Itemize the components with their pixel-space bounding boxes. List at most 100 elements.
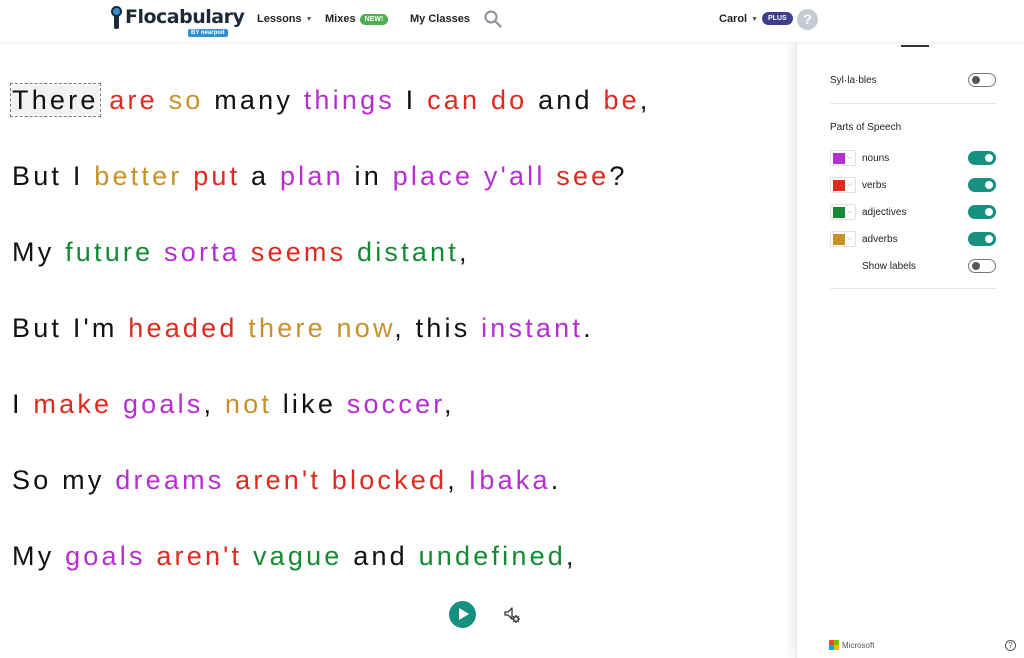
lyric-word[interactable]: goals xyxy=(65,541,146,571)
adjectives-toggle[interactable] xyxy=(968,205,996,219)
chevron-down-icon: ⌵ xyxy=(847,181,853,188)
lyric-text: , xyxy=(639,85,651,115)
lyric-word[interactable]: dreams xyxy=(115,465,224,495)
microsoft-brand: Microsoft xyxy=(829,640,874,650)
lyric-word[interactable]: do xyxy=(491,85,527,115)
syllables-toggle[interactable] xyxy=(968,73,996,87)
nav-my-classes-label: My Classes xyxy=(410,13,470,25)
lyric-text: . xyxy=(583,313,594,343)
syllables-row: Syl·la·bles xyxy=(830,70,996,90)
lyric-text xyxy=(346,237,357,267)
lyric-word[interactable]: can xyxy=(427,85,480,115)
lyric-word[interactable]: are xyxy=(109,85,158,115)
lyric-line: My goals aren't vague and undefined, xyxy=(12,541,577,572)
adverbs-label: adverbs xyxy=(862,233,898,245)
divider xyxy=(830,103,996,104)
verbs-color-picker[interactable]: ⌵ xyxy=(830,177,856,193)
chevron-down-icon: ⌵ xyxy=(847,208,853,215)
panel-tab-indicator xyxy=(901,45,929,47)
lyric-word[interactable]: vague xyxy=(253,541,343,571)
lyric-text xyxy=(546,161,557,191)
lyric-word[interactable]: place xyxy=(393,161,474,191)
lyric-word[interactable]: be xyxy=(603,85,639,115)
divider xyxy=(830,288,996,289)
audio-settings-icon[interactable] xyxy=(502,605,522,625)
logo-text: Flocabulary xyxy=(125,6,245,28)
logo-subtitle: BY nearpod xyxy=(188,29,228,37)
nav-lessons[interactable]: Lessons ▼ xyxy=(257,13,313,25)
lyric-word[interactable]: sorta xyxy=(164,237,240,267)
lyric-word[interactable]: Ibaka xyxy=(469,465,551,495)
lyric-text xyxy=(99,85,110,115)
lyric-word[interactable]: future xyxy=(65,237,153,267)
chevron-down-icon: ▼ xyxy=(751,15,759,23)
help-icon[interactable]: ? xyxy=(797,9,818,30)
lyric-text: , xyxy=(458,237,470,267)
play-icon[interactable] xyxy=(449,601,476,628)
pos-row-adverbs: ⌵ adverbs xyxy=(830,229,996,249)
lyric-word[interactable]: not xyxy=(225,389,272,419)
logo-microphone-icon xyxy=(110,4,124,30)
flocabulary-logo[interactable]: Flocabulary BY nearpod xyxy=(110,4,245,37)
lyric-word[interactable]: aren't xyxy=(235,465,321,495)
lyric-word[interactable]: y'all xyxy=(484,161,546,191)
nav-my-classes[interactable]: My Classes xyxy=(410,13,470,25)
user-menu[interactable]: Carol ▼ xyxy=(719,13,758,25)
lyric-word[interactable]: things xyxy=(304,85,395,115)
adverbs-color-picker[interactable]: ⌵ xyxy=(830,231,856,247)
lyric-text xyxy=(224,465,235,495)
lyric-word[interactable]: aren't xyxy=(156,541,242,571)
lyric-word[interactable]: goals xyxy=(123,389,204,419)
nav-lessons-label: Lessons xyxy=(257,13,302,25)
lyric-text: . xyxy=(550,465,562,495)
lyric-text: So my xyxy=(12,465,116,495)
lyric-word[interactable]: instant xyxy=(481,313,583,343)
lyric-word[interactable]: headed xyxy=(128,313,237,343)
lyric-text: , xyxy=(203,389,225,419)
new-badge: NEW! xyxy=(359,13,389,25)
lyric-word[interactable]: make xyxy=(33,389,112,419)
lyric-word[interactable]: put xyxy=(193,161,240,191)
search-icon[interactable] xyxy=(484,10,502,28)
lyric-word[interactable]: blocked xyxy=(332,465,447,495)
lyric-text: ? xyxy=(609,161,628,191)
user-name: Carol xyxy=(719,13,748,25)
lyric-word[interactable]: distant xyxy=(357,237,459,267)
lyric-text: many xyxy=(203,85,304,115)
lyric-word[interactable]: see xyxy=(556,161,609,191)
nav-mixes[interactable]: Mixes NEW! xyxy=(325,13,389,25)
lyric-word[interactable]: now xyxy=(337,313,395,343)
lyric-line: My future sorta seems distant, xyxy=(12,237,470,268)
nouns-color-picker[interactable]: ⌵ xyxy=(830,150,856,166)
adverbs-toggle[interactable] xyxy=(968,232,996,246)
parts-of-speech-title: Parts of Speech xyxy=(830,122,902,133)
lyric-word[interactable]: better xyxy=(94,161,182,191)
lyric-line: But I better put a plan in place y'all s… xyxy=(12,161,628,192)
lyric-text: a xyxy=(240,161,280,191)
lyric-text: My xyxy=(12,237,66,267)
lyric-text xyxy=(240,237,251,267)
lyric-text: , this xyxy=(394,313,482,343)
lyric-text: But I xyxy=(12,161,95,191)
lyric-text: But I'm xyxy=(12,313,129,343)
lyric-word[interactable]: seems xyxy=(251,237,347,267)
nouns-toggle[interactable] xyxy=(968,151,996,165)
help-icon[interactable]: ? xyxy=(1005,640,1016,651)
chevron-down-icon: ⌵ xyxy=(847,235,853,242)
lyric-text: My xyxy=(12,541,66,571)
lyric-text: , xyxy=(566,541,577,571)
microsoft-logo-icon xyxy=(829,640,839,650)
show-labels-toggle[interactable] xyxy=(968,259,996,273)
lyric-word[interactable]: soccer xyxy=(347,389,444,419)
pos-row-verbs: ⌵ verbs xyxy=(830,175,996,195)
lyric-word[interactable]: so xyxy=(169,85,204,115)
verbs-toggle[interactable] xyxy=(968,178,996,192)
lyric-word[interactable]: plan xyxy=(280,161,344,191)
adjectives-color-picker[interactable]: ⌵ xyxy=(830,204,856,220)
lyric-text: , xyxy=(447,465,469,495)
syllables-label: Syl·la·bles xyxy=(830,74,877,86)
lyric-word[interactable]: there xyxy=(248,313,326,343)
lyric-word[interactable]: There xyxy=(10,83,101,117)
lyric-line: So my dreams aren't blocked, Ibaka. xyxy=(12,465,561,496)
lyric-word[interactable]: undefined xyxy=(419,541,566,571)
